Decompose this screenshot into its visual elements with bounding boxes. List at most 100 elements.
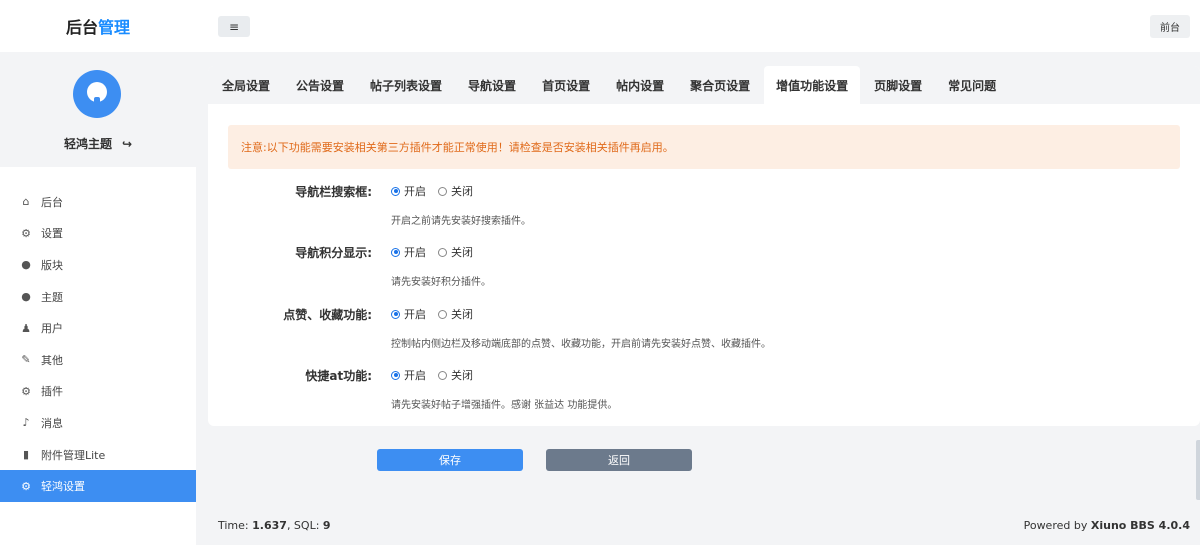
setting-hint: 开启之前请先安装好搜索插件。 <box>391 216 531 227</box>
setting-radios: 开启 关闭 <box>391 367 485 383</box>
setting-label: 导航栏搜索框: <box>295 185 372 199</box>
radio-off[interactable]: 关闭 <box>438 244 473 260</box>
sidebar-item-label: 用户 <box>41 322 63 336</box>
sql-value: 9 <box>322 519 331 532</box>
sidebar-item-label: 插件 <box>41 385 63 399</box>
sidebar-item-1[interactable]: ⚙ 设置 <box>0 218 196 250</box>
settings-tabs: 全局设置 公告设置 帖子列表设置 导航设置 首页设置 帖内设置 聚合页设置 增值功能设置 页脚设… <box>208 66 1200 104</box>
tab-8[interactable]: 页脚设置 <box>862 66 934 104</box>
front-link-button[interactable]: 前台 <box>1150 15 1190 38</box>
powered-value[interactable]: Xiuno BBS 4.0.4 <box>1091 519 1190 532</box>
brand-logo[interactable]: 后台 管理 <box>0 0 196 52</box>
radio-label: 关闭 <box>451 246 473 259</box>
sidebar-item-label: 主题 <box>41 290 63 304</box>
radio-on[interactable]: 开启 <box>391 367 426 383</box>
sidebar-item-0[interactable]: ⌂ 后台 <box>0 186 196 218</box>
radio-label: 开启 <box>404 246 426 259</box>
radio-dot[interactable] <box>438 247 447 257</box>
footer-stats: Time: 1.637, SQL: 9 <box>218 519 331 532</box>
radio-label: 开启 <box>404 308 426 321</box>
sidebar: 轻鸿主题 ↪ ⌂ 后台 ⚙ 设置 ● 版块 ● 主题 ♟ 用户 ✎ 其他 ⚙ 插件 ♪ 消息 ▮ 附件管理Lite ⚙… <box>0 52 196 545</box>
setting-hint: 请先安装好帖子增强插件。感谢 张益达 功能提供。 <box>391 400 618 411</box>
tab-3[interactable]: 导航设置 <box>456 66 528 104</box>
sidebar-item-label: 消息 <box>41 416 63 430</box>
radio-dot[interactable] <box>438 309 447 319</box>
tab-2[interactable]: 帖子列表设置 <box>358 66 454 104</box>
tab-6[interactable]: 聚合页设置 <box>678 66 762 104</box>
powered-label: Powered by <box>1023 519 1088 532</box>
sidebar-item-8[interactable]: ▮ 附件管理Lite <box>0 439 196 471</box>
radio-dot[interactable] <box>438 370 447 380</box>
sidebar-item-label: 附件管理Lite <box>41 448 106 462</box>
comment-icon: ● <box>21 290 31 304</box>
time-label: Time: <box>218 519 249 532</box>
tab-4[interactable]: 首页设置 <box>530 66 602 104</box>
gear-icon: ⚙ <box>21 479 31 493</box>
bell-icon: ♪ <box>22 416 30 430</box>
menu-toggle-button[interactable]: ≡ <box>218 16 250 37</box>
sidebar-item-9[interactable]: ⚙ 轻鸿设置 <box>0 470 196 502</box>
setting-hint: 请先安装好积分插件。 <box>391 277 491 288</box>
sidebar-item-label: 后台 <box>41 195 63 209</box>
radio-dot[interactable] <box>391 186 400 196</box>
footer-powered: Powered by Xiuno BBS 4.0.4 <box>1024 519 1190 532</box>
radio-off[interactable]: 关闭 <box>438 306 473 322</box>
home-icon: ⌂ <box>22 195 30 209</box>
radio-label: 关闭 <box>451 185 473 198</box>
side-scroll-handle[interactable] <box>1196 440 1200 500</box>
sidebar-item-3[interactable]: ● 主题 <box>0 281 196 313</box>
profile-name[interactable]: 轻鸿主题 <box>64 137 112 151</box>
sidebar-item-4[interactable]: ♟ 用户 <box>0 312 196 344</box>
tab-0[interactable]: 全局设置 <box>210 66 282 104</box>
tab-7[interactable]: 增值功能设置 <box>764 66 861 104</box>
profile-card: 轻鸿主题 ↪ <box>0 52 196 167</box>
setting-label: 快捷at功能: <box>305 369 372 383</box>
setting-label: 导航积分显示: <box>295 246 372 260</box>
radio-dot[interactable] <box>391 309 400 319</box>
sidebar-item-label: 轻鸿设置 <box>41 480 85 494</box>
sql-label: , SQL: <box>286 519 320 532</box>
radio-label: 开启 <box>404 369 426 382</box>
radio-label: 关闭 <box>451 369 473 382</box>
radio-dot[interactable] <box>391 370 400 380</box>
tab-1[interactable]: 公告设置 <box>284 66 356 104</box>
logout-icon[interactable]: ↪ <box>122 137 132 151</box>
brand-prefix: 后台 <box>65 18 98 37</box>
setting-radios: 开启 关闭 <box>391 244 485 260</box>
setting-label: 点赞、收藏功能: <box>283 308 372 322</box>
sidebar-item-7[interactable]: ♪ 消息 <box>0 407 196 439</box>
radio-dot[interactable] <box>391 247 400 257</box>
wrench-icon: ✎ <box>21 353 31 367</box>
sidebar-item-2[interactable]: ● 版块 <box>0 249 196 281</box>
radio-on[interactable]: 开启 <box>391 306 426 322</box>
time-value: 1.637 <box>252 519 287 532</box>
save-button[interactable]: 保存 <box>377 449 523 471</box>
top-bar: 后台 管理 ≡ 前台 <box>0 0 1200 52</box>
sidebar-nav: ⌂ 后台 ⚙ 设置 ● 版块 ● 主题 ♟ 用户 ✎ 其他 ⚙ 插件 ♪ 消息 ▮ 附件管理Lite ⚙ 轻鸿设置 <box>0 186 196 502</box>
radio-on[interactable]: 开启 <box>391 244 426 260</box>
avatar[interactable] <box>73 70 121 118</box>
sidebar-item-5[interactable]: ✎ 其他 <box>0 344 196 376</box>
back-button[interactable]: 返回 <box>546 449 692 471</box>
radio-on[interactable]: 开启 <box>391 183 426 199</box>
radio-label: 关闭 <box>451 308 473 321</box>
radio-off[interactable]: 关闭 <box>438 367 473 383</box>
sidebar-item-label: 设置 <box>41 227 63 241</box>
tab-9[interactable]: 常见问题 <box>936 66 1008 104</box>
cogs-icon: ⚙ <box>21 384 31 398</box>
sidebar-item-6[interactable]: ⚙ 插件 <box>0 376 196 408</box>
tab-5[interactable]: 帖内设置 <box>604 66 676 104</box>
setting-hint: 控制帖内侧边栏及移动端底部的点赞、收藏功能，开启前请先安装好点赞、收藏插件。 <box>391 339 771 350</box>
settings-panel: 全局设置 公告设置 帖子列表设置 导航设置 首页设置 帖内设置 聚合页设置 增值功能设置 页脚设… <box>208 66 1200 426</box>
user-icon: ♟ <box>21 321 31 335</box>
radio-dot[interactable] <box>438 186 447 196</box>
sidebar-item-label: 其他 <box>41 353 63 367</box>
comment-icon: ● <box>21 258 31 272</box>
plugin-notice: 注意:以下功能需要安装相关第三方插件才能正常使用！请检查是否安装相关插件再启用。 <box>228 125 1180 169</box>
radio-label: 开启 <box>404 185 426 198</box>
setting-radios: 开启 关闭 <box>391 306 485 322</box>
sidebar-item-label: 版块 <box>41 258 63 272</box>
gear-icon: ⚙ <box>21 226 31 240</box>
radio-off[interactable]: 关闭 <box>438 183 473 199</box>
setting-radios: 开启 关闭 <box>391 183 485 199</box>
